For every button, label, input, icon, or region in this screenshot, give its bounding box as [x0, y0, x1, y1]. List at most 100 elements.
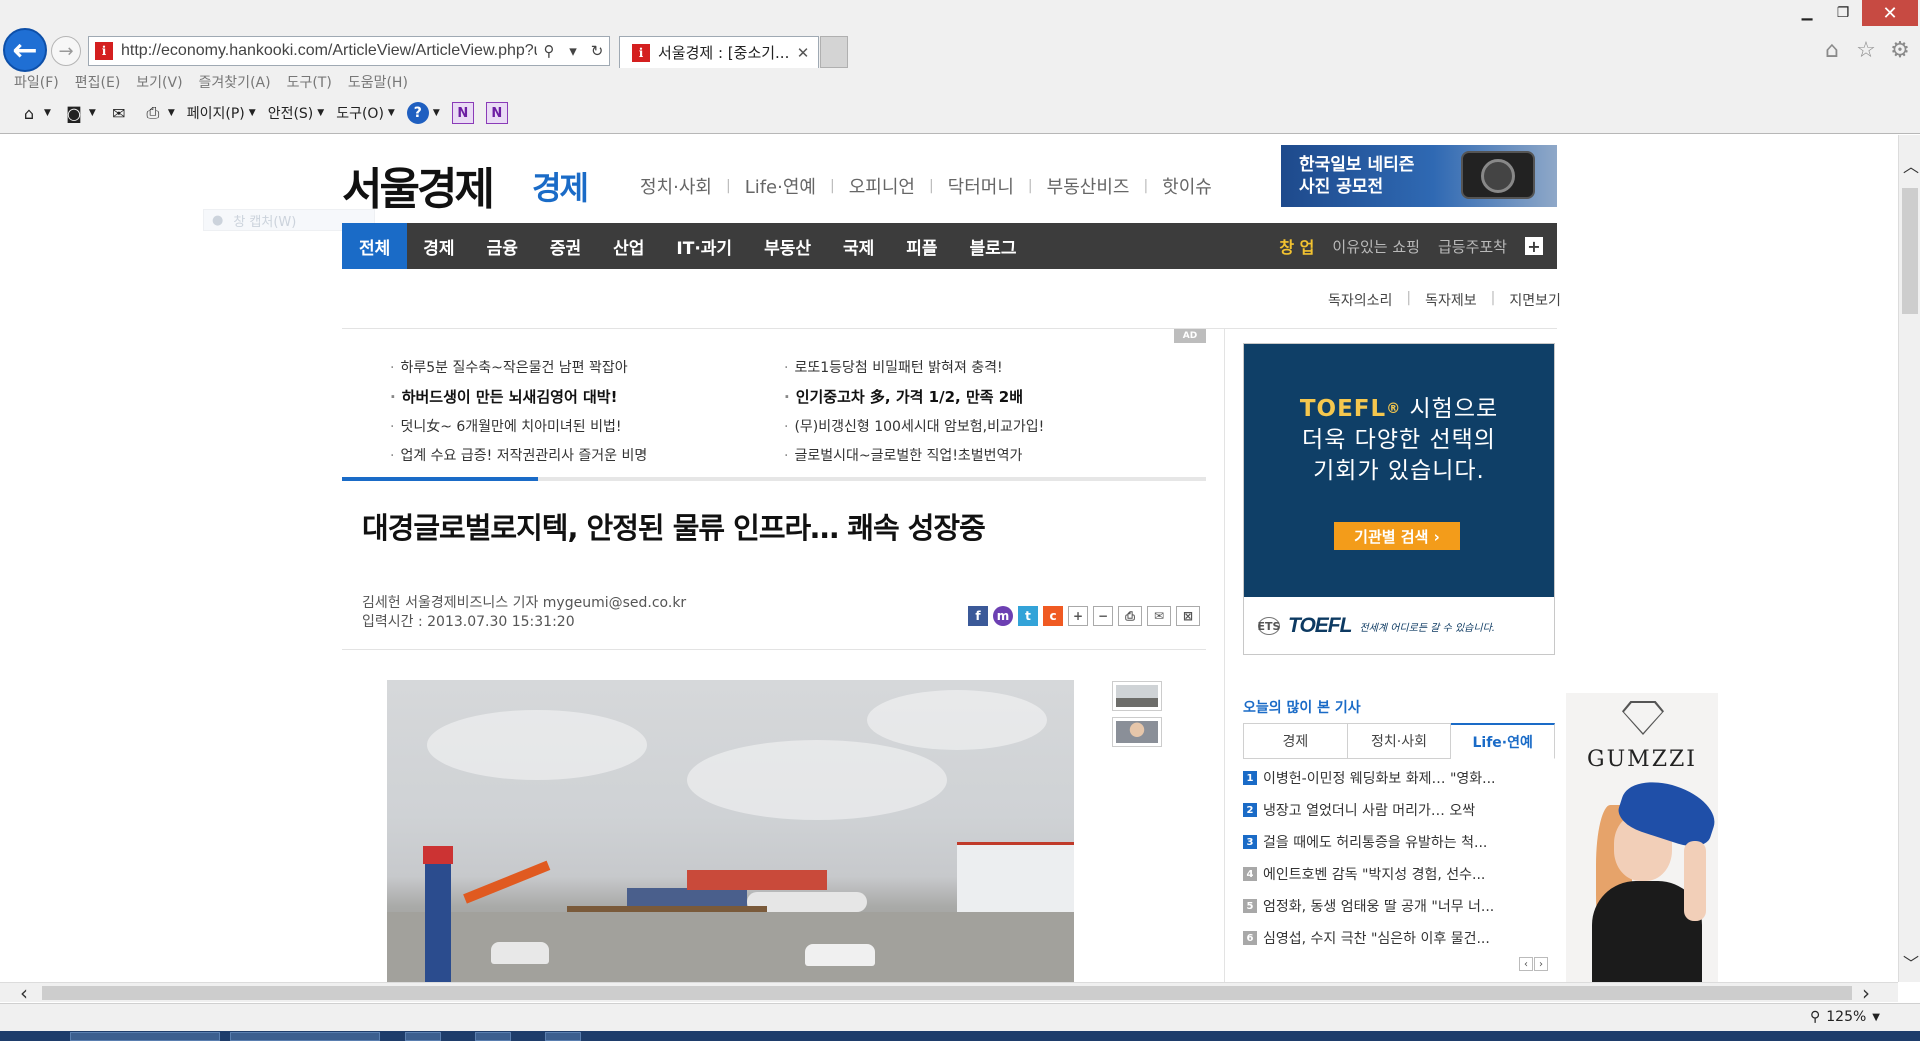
- print-icon[interactable]: ⎙: [142, 102, 164, 124]
- address-bar[interactable]: i http://economy.hankooki.com/ArticleVie…: [88, 36, 610, 66]
- zoom-control[interactable]: ⚲ 125% ▼: [1810, 1009, 1880, 1025]
- scroll-up-icon[interactable]: ︿: [1903, 153, 1919, 177]
- twitter-icon[interactable]: t: [1018, 606, 1038, 626]
- toefl-search-button[interactable]: 기관별 검색 ›: [1334, 522, 1460, 550]
- list-item[interactable]: 5 엄정화, 동생 엄태웅 딸 공개 "너무 너...: [1243, 896, 1555, 916]
- menu-favorites[interactable]: 즐겨찾기(A): [199, 72, 271, 92]
- thumbnail-2[interactable]: [1112, 717, 1162, 747]
- pager-prev-icon[interactable]: ‹: [1519, 957, 1533, 971]
- dropdown-caret-icon[interactable]: ▾: [561, 37, 585, 65]
- gear-icon[interactable]: ⚙: [1886, 36, 1914, 64]
- list-item[interactable]: 2 냉장고 열었더니 사람 머리가… 오싹: [1243, 800, 1555, 820]
- tab-life[interactable]: Life·연예: [1451, 723, 1556, 759]
- nav-international[interactable]: 국제: [827, 223, 890, 269]
- plus-icon[interactable]: +: [1525, 237, 1543, 256]
- feed-caret-icon[interactable]: ▼: [89, 108, 96, 118]
- forward-button[interactable]: →: [51, 36, 81, 66]
- list-item-title[interactable]: 에인트호벤 감독 "박지성 경험, 선수...: [1263, 864, 1553, 884]
- section-logo[interactable]: 경제: [532, 163, 589, 209]
- top-link-realestate-biz[interactable]: 부동산비즈: [1033, 173, 1144, 199]
- list-item[interactable]: 1 이병헌-이민정 웨딩화보 화제… "영화...: [1243, 768, 1555, 788]
- tab-close-icon[interactable]: ✕: [794, 44, 812, 62]
- top-link-politics[interactable]: 정치·사회: [626, 173, 726, 199]
- menu-tools[interactable]: 도구(T): [287, 72, 332, 92]
- help-caret-icon[interactable]: ▼: [433, 108, 440, 118]
- back-button[interactable]: ←: [3, 28, 47, 72]
- tools-menu[interactable]: 도구(O) ▼: [336, 103, 395, 123]
- reader-voice-link[interactable]: 독자의소리: [1328, 290, 1392, 310]
- menu-help[interactable]: 도움말(H): [348, 72, 408, 92]
- nav-all[interactable]: 전체: [342, 223, 408, 269]
- maximize-button[interactable]: ❐: [1826, 0, 1860, 26]
- refresh-icon[interactable]: ↻: [585, 37, 609, 65]
- list-item[interactable]: 4 에인트호벤 감독 "박지성 경험, 선수...: [1243, 864, 1555, 884]
- nav-shopping[interactable]: 이유있는 쇼핑: [1332, 236, 1420, 257]
- top-link-opinion[interactable]: 오피니언: [835, 173, 929, 199]
- horizontal-scrollbar[interactable]: ‹ ›: [0, 981, 1898, 1005]
- menu-edit[interactable]: 편집(E): [75, 72, 121, 92]
- nav-it-science[interactable]: IT·과기: [660, 223, 748, 269]
- font-decrease-icon[interactable]: −: [1093, 606, 1113, 626]
- nav-stocks[interactable]: 증권: [534, 223, 597, 269]
- nav-startup[interactable]: 창 업: [1279, 234, 1314, 258]
- onenote-icon[interactable]: N: [451, 102, 474, 124]
- tab-politics[interactable]: 정치·사회: [1347, 723, 1452, 759]
- rss-feed-icon[interactable]: ◙: [63, 102, 85, 124]
- cyworld-icon[interactable]: c: [1043, 606, 1063, 626]
- font-increase-icon[interactable]: +: [1068, 606, 1088, 626]
- top-link-hot-issue[interactable]: 핫이슈: [1148, 173, 1226, 199]
- top-link-doctor-money[interactable]: 닥터머니: [934, 173, 1028, 199]
- minimize-button[interactable]: ▁: [1790, 0, 1824, 26]
- email-article-icon[interactable]: ✉: [1147, 606, 1171, 626]
- browser-tab[interactable]: i 서울경제 : [중소기... ✕: [619, 36, 819, 68]
- new-tab-button[interactable]: [820, 36, 848, 68]
- taskbar-item[interactable]: [230, 1032, 380, 1041]
- print-caret-icon[interactable]: ▼: [168, 108, 175, 118]
- list-item-title[interactable]: 심영섭, 수지 극찬 "심은하 이후 물건...: [1263, 928, 1553, 948]
- scroll-right-icon[interactable]: ›: [1862, 981, 1870, 1005]
- thumbnail-1[interactable]: [1112, 681, 1162, 711]
- ad-badge[interactable]: AD: [1174, 329, 1206, 343]
- url-text[interactable]: http://economy.hankooki.com/ArticleView/…: [121, 42, 537, 60]
- nav-realestate[interactable]: 부동산: [748, 223, 827, 269]
- nav-industry[interactable]: 산업: [597, 223, 660, 269]
- ad-link[interactable]: (무)비갱신형 100세시대 암보험,비교가입!: [784, 416, 1044, 436]
- menu-file[interactable]: 파일(F): [14, 72, 59, 92]
- taskbar-item[interactable]: [405, 1032, 441, 1041]
- taskbar-item[interactable]: [475, 1032, 511, 1041]
- ad-link[interactable]: 하버드생이 만든 뇌새김영어 대박!: [390, 386, 647, 407]
- page-menu[interactable]: 페이지(P) ▼: [187, 103, 256, 123]
- gumzzi-ad[interactable]: GUMZZI: [1566, 693, 1718, 982]
- tab-economy[interactable]: 경제: [1243, 723, 1348, 759]
- me2day-icon[interactable]: m: [993, 606, 1013, 626]
- toefl-ad[interactable]: TOEFL® 시험으로 더욱 다양한 선택의 기회가 있습니다. 기관별 검색 …: [1243, 343, 1555, 655]
- site-logo[interactable]: 서울경제: [342, 153, 495, 217]
- vertical-scroll-thumb[interactable]: [1902, 188, 1918, 314]
- search-icon[interactable]: ⚲: [537, 37, 561, 65]
- help-icon[interactable]: ?: [406, 102, 429, 124]
- taskbar-item[interactable]: [70, 1032, 220, 1041]
- facebook-icon[interactable]: f: [968, 606, 988, 626]
- safety-menu[interactable]: 안전(S) ▼: [268, 103, 325, 123]
- list-item-title[interactable]: 엄정화, 동생 엄태웅 딸 공개 "너무 너...: [1263, 896, 1553, 916]
- scroll-left-icon[interactable]: ‹: [20, 981, 28, 1005]
- photo-contest-banner[interactable]: 한국일보 네티즌 사진 공모전: [1281, 145, 1557, 207]
- ad-link[interactable]: 인기중고차 多, 가격 1/2, 만족 2배: [784, 386, 1044, 407]
- list-item[interactable]: 3 걸을 때에도 허리통증을 유발하는 척...: [1243, 832, 1555, 852]
- scrap-article-icon[interactable]: ⊠: [1176, 606, 1200, 626]
- home-caret-icon[interactable]: ▼: [44, 108, 51, 118]
- list-item[interactable]: 6 심영섭, 수지 극찬 "심은하 이후 물건...: [1243, 928, 1555, 948]
- ad-link[interactable]: 덧니女~ 6개월만에 치아미녀된 비법!: [390, 416, 647, 436]
- ad-link[interactable]: 글로벌시대~글로벌한 직업!초벌번역가: [784, 445, 1044, 465]
- menu-view[interactable]: 보기(V): [136, 72, 182, 92]
- nav-rising-stocks[interactable]: 급등주포착: [1438, 236, 1507, 257]
- nav-economy[interactable]: 경제: [407, 223, 470, 269]
- taskbar-item[interactable]: [545, 1032, 581, 1041]
- nav-blog[interactable]: 블로그: [954, 223, 1033, 269]
- home-page-icon[interactable]: ⌂: [18, 102, 40, 124]
- pager-next-icon[interactable]: ›: [1534, 957, 1548, 971]
- nav-people[interactable]: 피플: [890, 223, 953, 269]
- print-edition-link[interactable]: 지면보기: [1509, 290, 1561, 310]
- article-photo[interactable]: [387, 680, 1074, 982]
- ad-link[interactable]: 로또1등당첨 비밀패턴 밝혀져 충격!: [784, 357, 1044, 377]
